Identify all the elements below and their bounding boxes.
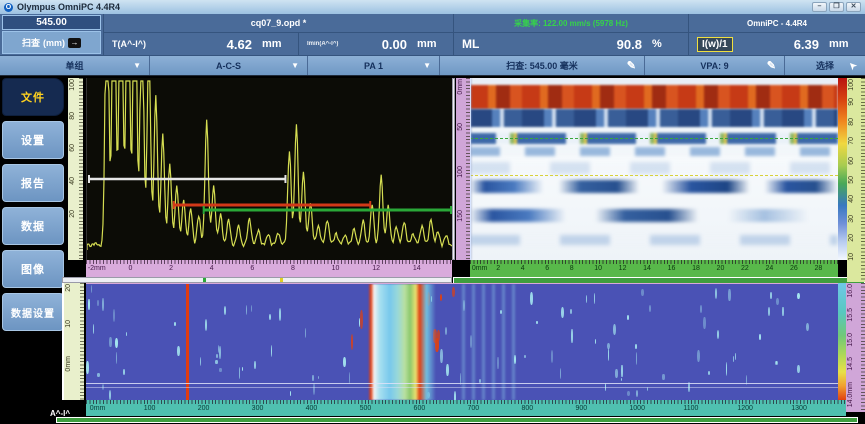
- reading-imin-value: 0.00: [382, 37, 407, 52]
- close-button[interactable]: ✕: [846, 2, 861, 12]
- reading-iw-value: 6.39: [794, 37, 819, 52]
- bscan-vertical-scrollbar[interactable]: [452, 78, 455, 260]
- scan-axis-unit: (mm): [43, 38, 65, 48]
- gate-i-line: [470, 175, 838, 176]
- reading-ml-unit: %: [652, 38, 680, 50]
- ascan-amplitude-ruler[interactable]: 10080604020: [68, 78, 83, 260]
- chevron-down-icon[interactable]: ▼: [133, 61, 141, 70]
- sidebar-tab-file[interactable]: 文件: [2, 78, 64, 116]
- restore-button[interactable]: ❐: [829, 2, 844, 12]
- layout-select-label: A-C-S: [216, 61, 241, 71]
- horizontal-scrollbar[interactable]: [56, 417, 858, 423]
- group-select-label: 单组: [65, 59, 83, 72]
- reading-thickness[interactable]: T(A^-I^) 4.62 mm: [104, 33, 299, 55]
- select-tool[interactable]: 选择 ➤: [785, 56, 865, 75]
- scan-position-label: 扫查: 545.00 毫米: [506, 59, 578, 72]
- olympus-logo-icon: O: [4, 3, 13, 12]
- sidebar-tab-image[interactable]: 图像: [2, 250, 64, 288]
- cscan-x-ruler[interactable]: 0mm1002003004005006007008009001000110012…: [86, 400, 846, 416]
- reading-thickness-label: T(A^-I^): [112, 39, 146, 49]
- toolbar: 单组 ▼ A-C-S ▼ PA 1 ▼ 扫查: 545.00 毫米 ✎ VPA:…: [0, 55, 865, 76]
- reading-ml[interactable]: ML 90.8 %: [454, 33, 689, 55]
- edit-pencil-icon[interactable]: ✎: [627, 59, 636, 72]
- select-tool-label: 选择: [816, 59, 834, 72]
- chevron-down-icon[interactable]: ▼: [423, 61, 431, 70]
- omnipc-window: O Olympus OmniPC 4.4R4 – ❐ ✕ 545.00 扫查 (…: [0, 0, 865, 424]
- cscan-index-ruler[interactable]: 20100mm: [62, 283, 84, 400]
- bscan-red-band: [470, 85, 838, 109]
- group-select-dropdown[interactable]: 单组 ▼: [0, 56, 150, 75]
- vpa-label: VPA: 9: [700, 61, 728, 71]
- scan-axis-button[interactable]: 扫查 (mm) →: [2, 31, 101, 54]
- ascan-view[interactable]: [86, 78, 452, 260]
- gate-b-line: [470, 138, 838, 139]
- bscan-streak-row: [470, 235, 838, 246]
- gate-i-marker: [280, 278, 283, 282]
- header-bar: 545.00 扫查 (mm) → cq07_9.opd * 采集率: 122.0…: [0, 14, 865, 55]
- palette-ruler[interactable]: 100908070605040302010: [847, 78, 865, 282]
- bscan-x-ruler[interactable]: 0mm246810121416182022242628: [470, 260, 838, 277]
- reading-imin-label: Imin(A^-I^): [307, 41, 338, 47]
- cscan-cursor-line[interactable]: [86, 383, 838, 384]
- file-name: cq07_9.opd *: [104, 14, 454, 32]
- ascan-x-ruler[interactable]: -2mm02468101214: [86, 260, 452, 277]
- bscan-depth-ruler[interactable]: 0mm50100150: [456, 78, 470, 260]
- gate-b-marker: [203, 278, 206, 282]
- sidebar-tab-data-settings[interactable]: 数据设置: [2, 293, 64, 331]
- bscan-view[interactable]: [470, 78, 838, 260]
- sidebar-tab-data[interactable]: 数据: [2, 207, 64, 245]
- bscan-streak-row: [470, 180, 838, 193]
- reading-imin[interactable]: Imin(A^-I^) 0.00 mm: [299, 33, 454, 55]
- title-bar: O Olympus OmniPC 4.4R4 – ❐ ✕: [0, 0, 865, 14]
- scan-position-edit[interactable]: 扫查: 545.00 毫米 ✎: [440, 56, 645, 75]
- bscan-streak-row: [470, 209, 838, 222]
- cscan-color-palette: [838, 283, 846, 400]
- scan-arrow-icon[interactable]: →: [68, 38, 81, 48]
- reading-iw[interactable]: I(w)/1 6.39 mm: [689, 33, 865, 55]
- sidebar-tab-report[interactable]: 报告: [2, 164, 64, 202]
- cursor-arrow-icon[interactable]: ➤: [847, 59, 860, 72]
- reading-ml-value: 90.8: [617, 37, 642, 52]
- cscan-depth-ruler[interactable]: 16.015.515.014.514.0mm: [846, 283, 865, 412]
- bscan-dark-band: [470, 109, 838, 127]
- reading-iw-unit: mm: [829, 38, 857, 50]
- cscan-reference-line: [86, 387, 838, 388]
- minimize-button[interactable]: –: [812, 2, 827, 12]
- sidebar: 文件 设置 报告 数据 图像 数据设置: [2, 78, 64, 331]
- acquisition-rate: 采集率: 122.00 mm/s (5978 Hz): [454, 14, 689, 32]
- chevron-down-icon[interactable]: ▼: [291, 61, 299, 70]
- reading-iw-label: I(w)/1: [697, 37, 733, 52]
- ascan-waveform: [87, 78, 452, 260]
- probe-select-dropdown[interactable]: PA 1 ▼: [308, 56, 440, 75]
- reading-imin-unit: mm: [417, 38, 445, 50]
- reading-thickness-unit: mm: [262, 38, 290, 50]
- layout-select-dropdown[interactable]: A-C-S ▼: [150, 56, 308, 75]
- bscan-cursor-line[interactable]: [470, 78, 471, 260]
- sidebar-tab-settings[interactable]: 设置: [2, 121, 64, 159]
- amplitude-color-palette: [838, 78, 847, 260]
- scan-position-value: 545.00: [2, 15, 101, 30]
- bscan-streak-row: [470, 147, 838, 156]
- app-version: OmniPC - 4.4R4: [689, 14, 865, 32]
- bscan-streak-row: [470, 162, 838, 175]
- scan-axis-label: 扫查: [22, 38, 40, 48]
- vpa-edit[interactable]: VPA: 9 ✎: [645, 56, 785, 75]
- probe-select-label: PA 1: [364, 61, 383, 71]
- reading-ml-label: ML: [462, 37, 479, 51]
- cscan-view[interactable]: [86, 283, 838, 400]
- window-title: Olympus OmniPC 4.4R4: [17, 2, 120, 12]
- edit-pencil-icon[interactable]: ✎: [767, 59, 776, 72]
- reading-thickness-value: 4.62: [227, 37, 252, 52]
